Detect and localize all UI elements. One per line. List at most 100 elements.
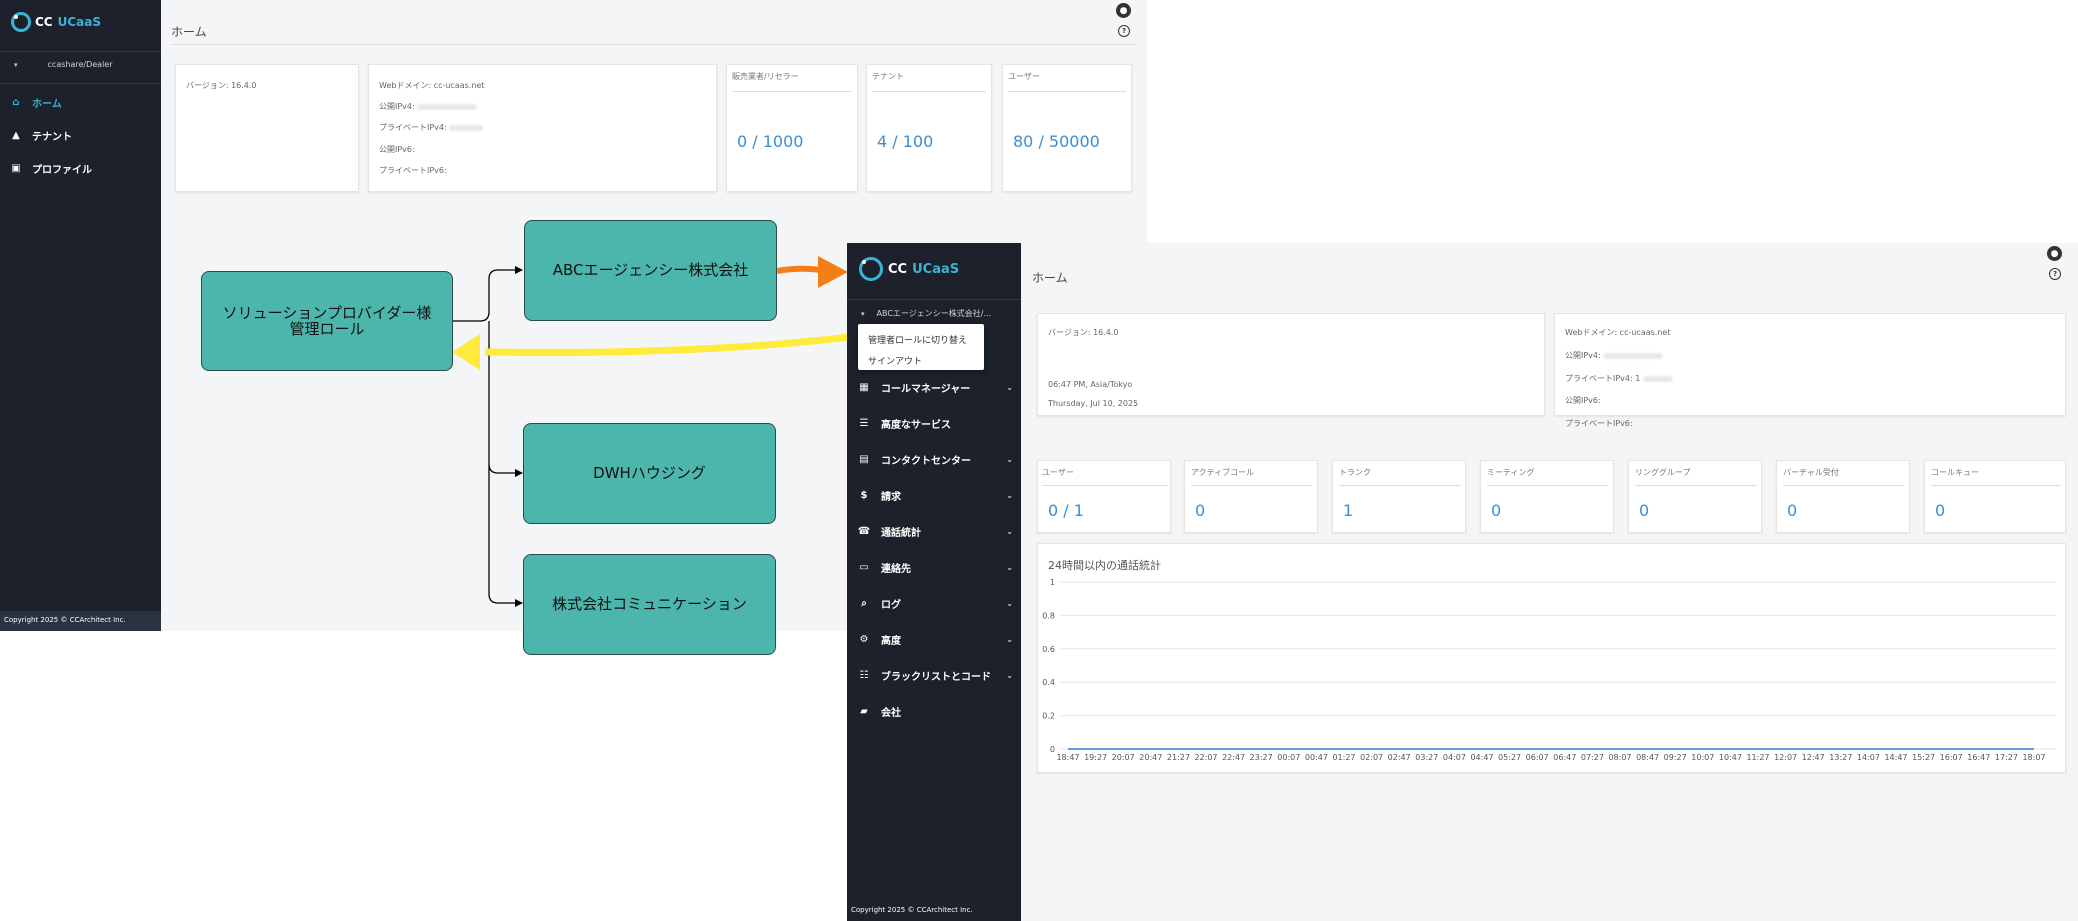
help-icon[interactable]: ? [2049,268,2061,280]
x-tick-label: 22:47 [1222,753,1245,762]
stat-value: 0 [1491,501,1502,520]
diagram-box-dwh: DWHハウジング [523,423,776,524]
stat-value: 0 [1787,501,1798,520]
current-date-text: Thursday, Jul 10, 2025 [1048,399,1139,408]
web-domain-text: Webドメイン: cc-ucaas.net [1565,328,1671,337]
x-tick-label: 21:27 [1167,753,1190,762]
y-tick-label: 0 [1050,745,1055,754]
menu-item-contacts[interactable]: ▭ 連絡先 ⌄ [857,560,1013,575]
orange-arrow-shaft [776,265,823,274]
contact-card-icon: ▭ [859,562,869,573]
call-stats-chart: 1 0.8 0.6 0.4 0.2 018:47 19:27 20:07 20:47 21:27 2… [1042,578,2056,762]
menu-item-advanced[interactable]: ⚙ 高度 ⌄ [857,632,1013,647]
chevron-down-icon: ⌄ [1006,671,1013,680]
stat-value: 0 [1195,501,1206,520]
x-tick-label: 01:27 [1332,753,1355,762]
x-tick-label: 02:07 [1360,753,1383,762]
version-text: バージョン: 16.4.0 [1048,328,1119,337]
sign-out-item[interactable]: サインアウト [868,354,922,367]
tree-connector-lines [453,269,522,604]
x-tick-label: 10:47 [1719,753,1742,762]
stat-value: 1 [1343,501,1354,520]
x-tick-label: 04:07 [1443,753,1466,762]
x-tick-label: 02:47 [1388,753,1411,762]
x-tick-label: 14:07 [1857,753,1880,762]
version-card: バージョン: 16.4.0 06:47 PM, Asia/Tokyo Thurs… [1037,313,1545,416]
tenant-app-window: CC UCaaS ▾ ABCエージェンシー株式会社/... ▦ コールマネージャー… [847,243,2078,921]
menu-item-billing[interactable]: $ 請求 ⌄ [857,488,1013,503]
menu-item-label: ブラックリストとコード [881,672,991,683]
stat-divider [1042,485,1168,486]
chevron-down-icon: ⌄ [1006,599,1013,608]
x-tick-label: 07:27 [1581,753,1604,762]
role-dropdown-menu: 管理者ロールに切り替え サインアウト [858,324,984,370]
stat-label: ミーティング [1487,468,1535,477]
x-tick-label: 12:47 [1802,753,1825,762]
logo-ucaas-text: UCaaS [912,261,960,277]
clipboard-icon: ▤ [859,454,869,465]
menu-item-label: 請求 [881,492,901,503]
copyright-footer: Copyright 2025 © CCArchitect Inc. [847,901,1021,921]
page-title: ホーム [1032,271,1068,285]
stat-divider [1191,485,1313,486]
stat-value: 0 / 1 [1048,501,1084,520]
x-tick-label: 23:27 [1250,753,1273,762]
current-time-text: 06:47 PM, Asia/Tokyo [1048,380,1133,389]
x-tick-label: 04:47 [1470,753,1493,762]
menu-item-contact-center[interactable]: ▤ コンタクトセンター ⌄ [857,452,1013,467]
briefcase-icon: ▰ [860,706,868,717]
x-tick-label: 18:07 [2022,753,2045,762]
x-tick-label: 00:47 [1305,753,1328,762]
sidebar-divider [847,299,1021,300]
menu-item-company[interactable]: ▰ 会社 [857,704,1013,719]
private-ipv4-row: プライベートIPv4: 1 [1565,373,1673,384]
y-tick-label: 0.8 [1042,611,1055,620]
yellow-arrow-shaft [484,333,851,356]
menu-item-label: 会社 [881,708,901,719]
private-ipv6-text: プライベートIPv6: [1565,419,1633,428]
menu-item-label: コールマネージャー [881,384,971,395]
stat-label: アクティブコール [1191,468,1255,477]
menu-item-label: ログ [881,600,901,611]
x-tick-label: 20:47 [1139,753,1162,762]
app-logo[interactable]: CC UCaaS [859,257,959,281]
menu-item-advanced-services[interactable]: ☰ 高度なサービス [857,416,1013,431]
chevron-down-icon: ⌄ [1006,383,1013,392]
x-tick-label: 17:27 [1995,753,2018,762]
x-tick-label: 20:07 [1112,753,1135,762]
menu-item-call-stats[interactable]: ☎ 通話統計 ⌄ [857,524,1013,539]
stat-divider [1339,485,1461,486]
menu-item-call-manager[interactable]: ▦ コールマネージャー ⌄ [857,380,1013,395]
gear-icon: ⚙ [859,634,869,645]
menu-item-logs[interactable]: ⌕ ログ ⌄ [857,596,1013,611]
diagram-box-provider: ソリューションプロバイダー様 管理ロール [201,271,453,371]
stat-card-virtual-reception: バーチャル受付 0 [1776,460,1910,533]
chevron-down-icon: ⌄ [1006,527,1013,536]
stat-divider [1635,485,1757,486]
y-tick-label: 0.2 [1042,712,1055,721]
menu-item-blacklist[interactable]: ☷ ブラックリストとコード ⌄ [857,668,1013,683]
x-tick-label: 11:27 [1746,753,1769,762]
stat-card-ring-groups: リンググループ 0 [1628,460,1762,533]
stat-card-active-calls: アクティブコール 0 [1184,460,1318,533]
x-tick-label: 06:47 [1553,753,1576,762]
orange-arrow-head [818,256,848,288]
stat-label: バーチャル受付 [1783,468,1839,477]
stat-label: ユーザー [1042,468,1074,477]
x-tick-label: 16:47 [1967,753,1990,762]
logo-cc-text: CC [888,261,908,277]
logo-ring-icon [859,257,883,281]
account-icon[interactable]: ● [2047,246,2062,261]
stat-card-meetings: ミーティング 0 [1480,460,1614,533]
call-stats-chart-card: 24時間以内の通話統計 1 0.8 0.6 0.4 0.2 0 18:47 19:27 20:0… [1037,543,2066,773]
stat-card-users: ユーザー 0 / 1 [1037,460,1171,533]
switch-to-admin-role-item[interactable]: 管理者ロールに切り替え [868,333,967,346]
x-tick-label: 09:27 [1664,753,1687,762]
stat-card-trunks: トランク 1 [1332,460,1466,533]
x-tick-label: 12:07 [1774,753,1797,762]
menu-item-label: 高度 [881,636,901,647]
phone-icon: ☎ [857,526,871,537]
tenant-switcher[interactable]: ▾ ABCエージェンシー株式会社/... [861,308,1021,319]
public-ipv4-label: 公開IPv4: [1565,351,1601,360]
list-icon: ☰ [859,418,869,429]
